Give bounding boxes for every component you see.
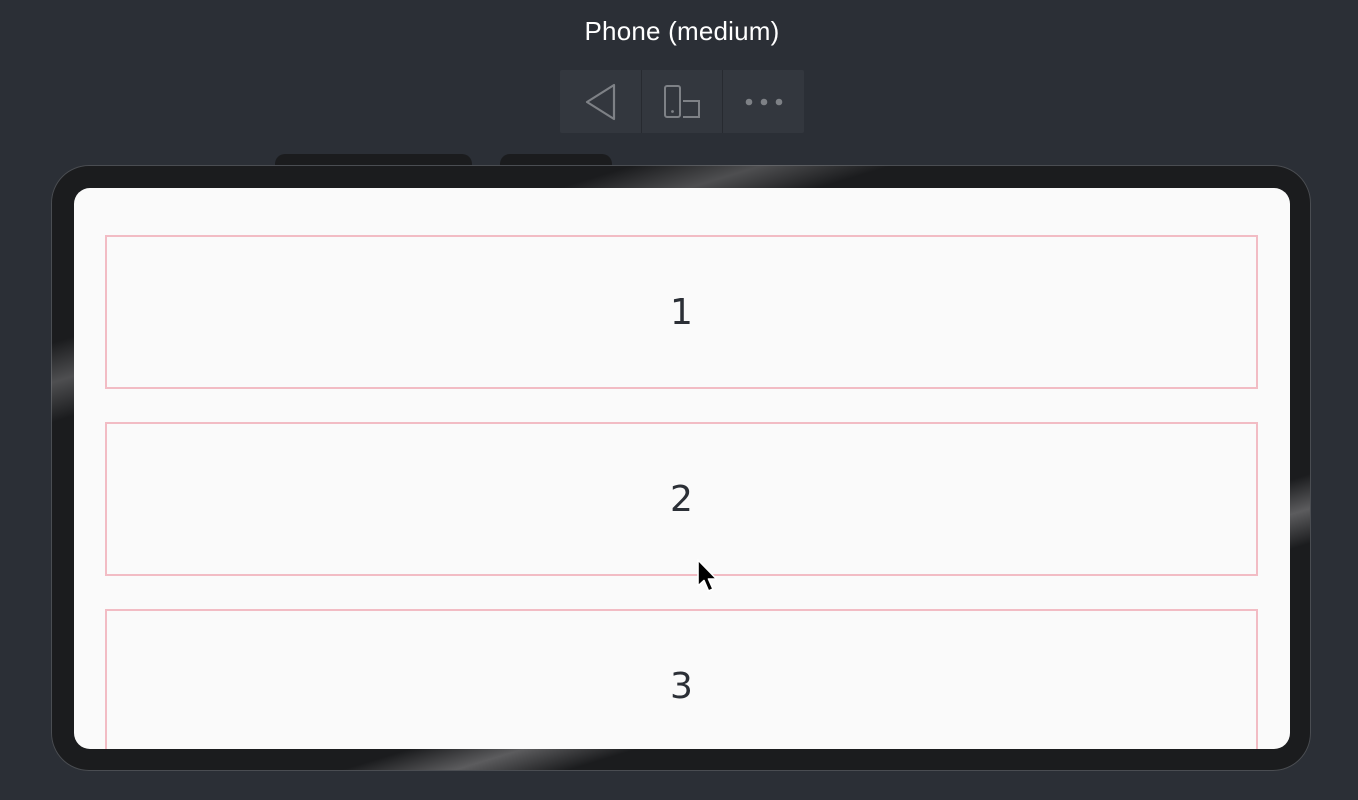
list-item[interactable]: 2 xyxy=(105,422,1258,576)
rotate-device-icon xyxy=(664,84,700,118)
back-triangle-icon xyxy=(586,83,616,120)
rotate-device-button[interactable] xyxy=(640,70,723,133)
list-item-label: 1 xyxy=(670,291,693,333)
device-title: Phone (medium) xyxy=(584,16,780,46)
list-item[interactable]: 1 xyxy=(105,235,1258,389)
list-item-label: 3 xyxy=(670,665,693,707)
device-toolbar xyxy=(560,70,804,133)
back-button[interactable] xyxy=(560,70,641,133)
list-item-label: 2 xyxy=(670,478,693,520)
mouse-pointer-icon xyxy=(697,559,718,592)
list-item[interactable]: 3 xyxy=(105,609,1258,749)
more-options-button[interactable] xyxy=(722,70,804,133)
device-screen: 1 2 3 xyxy=(74,188,1290,749)
more-dots-icon xyxy=(745,98,782,105)
